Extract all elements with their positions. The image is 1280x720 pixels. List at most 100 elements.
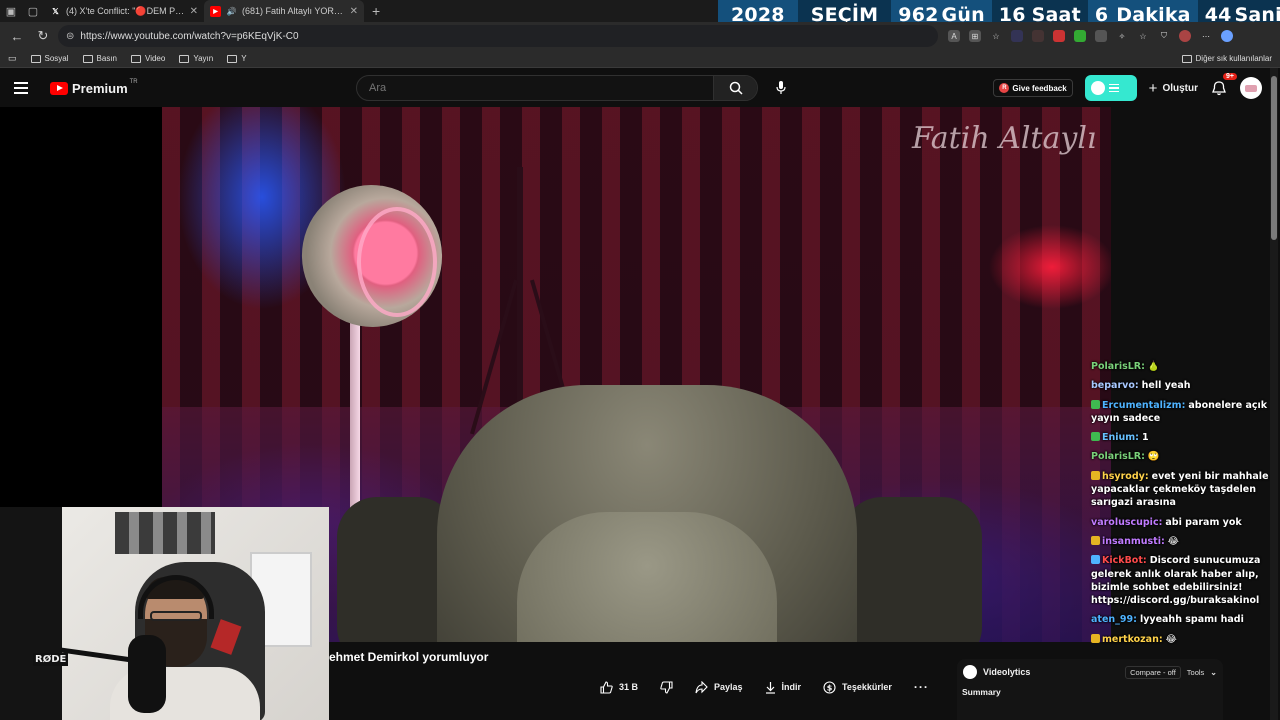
more-actions-icon[interactable]: ··· bbox=[914, 680, 929, 694]
chat-username[interactable]: Enium: bbox=[1102, 432, 1139, 443]
chat-username[interactable]: mertkozan: bbox=[1102, 634, 1163, 645]
bookmark-menu-icon[interactable]: ▭ bbox=[8, 53, 17, 64]
search-input[interactable] bbox=[357, 82, 713, 94]
tab-actions-icon[interactable]: ▢ bbox=[22, 0, 44, 22]
shield-icon[interactable]: ⛉ bbox=[1158, 30, 1170, 42]
search-button[interactable] bbox=[713, 76, 757, 100]
browser-tab-x[interactable]: 𝕏 (4) X'te Conflict: "🔴DEM Parti: " ✕ bbox=[44, 0, 204, 22]
extension-toggle[interactable] bbox=[1084, 75, 1137, 101]
translate-icon[interactable]: A bbox=[948, 30, 960, 42]
tripod-image bbox=[517, 167, 523, 427]
create-button[interactable]: + Oluştur bbox=[1149, 80, 1198, 97]
youtube-play-icon bbox=[50, 81, 68, 95]
dislike-button[interactable] bbox=[660, 680, 673, 694]
site-info-icon[interactable]: ⊜ bbox=[66, 31, 74, 42]
favorite-star-icon[interactable]: ☆ bbox=[990, 30, 1002, 42]
bookmark-folder-y[interactable]: Y bbox=[227, 54, 247, 63]
extension-icon[interactable] bbox=[1011, 30, 1023, 42]
mic-brand-label: RØDE bbox=[33, 653, 69, 666]
chat-badge-icon bbox=[1091, 633, 1100, 643]
reload-icon[interactable]: ↻ bbox=[32, 25, 54, 47]
svg-text:$: $ bbox=[827, 683, 833, 692]
super-thanks-icon: $ bbox=[823, 680, 836, 694]
chat-message: varoluscupic: abi param yok bbox=[1091, 516, 1271, 529]
chat-username[interactable]: beparvo: bbox=[1091, 380, 1139, 391]
notifications-button[interactable]: 9+ bbox=[1210, 73, 1237, 97]
browser-tab-youtube[interactable]: ▶ 🔊 (681) Fatih Altaylı YORUMLUYOR ✕ bbox=[204, 0, 364, 22]
new-tab-button[interactable]: + bbox=[372, 3, 380, 19]
scrollbar-thumb[interactable] bbox=[1271, 76, 1277, 240]
videolytics-header: Videolytics Compare - off Tools ⌄ bbox=[957, 659, 1223, 685]
chat-username[interactable]: KickBot: bbox=[1102, 555, 1147, 566]
voice-search-button[interactable] bbox=[772, 79, 790, 97]
bookmarks-bar: ▭ Sosyal Basın Video Yayın Y Diğer sık k… bbox=[0, 50, 1280, 68]
close-tab-icon[interactable]: ✕ bbox=[190, 6, 198, 17]
more-menu-icon[interactable]: ⋯ bbox=[1200, 30, 1212, 42]
like-button[interactable]: 31 B bbox=[600, 680, 638, 694]
chat-message: mertkozan: 😂 bbox=[1091, 633, 1271, 646]
chat-badge-icon bbox=[1091, 535, 1100, 545]
chevron-down-icon[interactable]: ⌄ bbox=[1210, 668, 1217, 677]
youtube-premium-logo[interactable]: Premium TR bbox=[50, 79, 138, 96]
youtube-icon: ▶ bbox=[210, 5, 221, 17]
chat-text: hell yeah bbox=[1141, 380, 1191, 392]
chat-username[interactable]: aten_99: bbox=[1091, 614, 1137, 625]
chat-text: lyyeahh spamı hadi bbox=[1139, 614, 1244, 626]
chat-username[interactable]: PolarisLR: bbox=[1091, 361, 1145, 372]
close-tab-icon[interactable]: ✕ bbox=[350, 6, 358, 17]
extension-icon[interactable] bbox=[1074, 30, 1086, 42]
summary-tab[interactable]: Summary bbox=[957, 687, 1223, 697]
give-feedback-button[interactable]: R Give feedback bbox=[993, 79, 1073, 97]
url-field[interactable]: ⊜ https://www.youtube.com/watch?v=p6KEqV… bbox=[58, 25, 938, 47]
bookmark-folder-sosyal[interactable]: Sosyal bbox=[30, 54, 69, 63]
extension-icon[interactable] bbox=[1095, 30, 1107, 42]
chat-username[interactable]: hsyrody: bbox=[1102, 471, 1149, 482]
bookmark-folder-yayin[interactable]: Yayın bbox=[179, 54, 213, 63]
download-button[interactable]: İndir bbox=[765, 681, 801, 694]
videolytics-logo-icon bbox=[963, 665, 977, 679]
fan-grill-image bbox=[357, 207, 437, 317]
thanks-button[interactable]: $ Teşekkürler bbox=[823, 680, 892, 694]
chat-text: abi param yok bbox=[1165, 516, 1242, 528]
compare-toggle[interactable]: Compare - off bbox=[1125, 665, 1181, 679]
copilot-icon[interactable] bbox=[1221, 30, 1233, 42]
tab-title: (4) X'te Conflict: "🔴DEM Parti: " bbox=[66, 5, 185, 16]
chat-username[interactable]: varoluscupic: bbox=[1091, 517, 1162, 528]
list-icon bbox=[1108, 83, 1119, 93]
folder-icon bbox=[82, 54, 93, 63]
puzzle-icon[interactable]: ✧ bbox=[1116, 30, 1128, 42]
chat-message: KickBot: Discord sunucumuza gelerek anlık… bbox=[1091, 554, 1271, 607]
account-avatar[interactable] bbox=[1240, 77, 1262, 99]
favorites-icon[interactable]: ☆ bbox=[1137, 30, 1149, 42]
menu-icon[interactable] bbox=[14, 77, 36, 99]
back-icon[interactable]: ← bbox=[6, 25, 28, 47]
wall-photos-image bbox=[115, 512, 215, 554]
profile-avatar-icon[interactable] bbox=[1179, 30, 1191, 42]
search-icon bbox=[729, 81, 743, 95]
apps-icon[interactable]: ⊞ bbox=[969, 30, 981, 42]
audio-playing-icon[interactable]: 🔊 bbox=[226, 6, 237, 17]
chat-message: Ercumentalizm: abonelere açık yayın sadec… bbox=[1091, 399, 1271, 426]
notification-badge: 9+ bbox=[1223, 73, 1237, 80]
webcam-shadow bbox=[0, 507, 62, 720]
chat-username[interactable]: PolarisLR: bbox=[1091, 451, 1145, 462]
chat-badge-icon bbox=[1091, 470, 1100, 480]
chat-message: PolarisLR: 🍐 bbox=[1091, 360, 1271, 373]
workspaces-icon[interactable]: ▣ bbox=[0, 0, 22, 22]
share-button[interactable]: Paylaş bbox=[695, 680, 743, 694]
folder-icon bbox=[227, 54, 238, 63]
bookmark-folder-video[interactable]: Video bbox=[131, 54, 165, 63]
toggle-knob bbox=[1090, 81, 1105, 95]
tab-title: (681) Fatih Altaylı YORUMLUYOR bbox=[242, 6, 345, 16]
bookmark-folder-basin[interactable]: Basın bbox=[82, 54, 117, 63]
tools-dropdown[interactable]: Tools bbox=[1187, 668, 1205, 677]
chat-username[interactable]: Ercumentalizm: bbox=[1102, 400, 1185, 411]
video-title: ehmet Demirkol yorumluyor bbox=[329, 650, 489, 664]
header-actions: R Give feedback + Oluştur 9+ bbox=[993, 73, 1262, 101]
chat-username[interactable]: insanmusti: bbox=[1102, 536, 1165, 547]
stream-chat-overlay: PolarisLR: 🍐 beparvo: hell yeah Ercumentaliz… bbox=[1091, 360, 1271, 652]
other-bookmarks[interactable]: Diğer sık kullanılanlar bbox=[1181, 54, 1272, 63]
extensions-row: A ⊞ ☆ ✧ ☆ ⛉ ⋯ bbox=[948, 30, 1233, 42]
extension-icon[interactable] bbox=[1053, 30, 1065, 42]
extension-icon[interactable] bbox=[1032, 30, 1044, 42]
